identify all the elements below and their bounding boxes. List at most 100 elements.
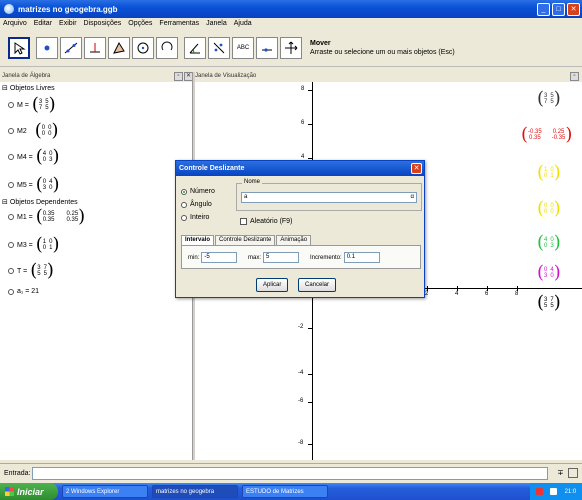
tab-animation[interactable]: Animação <box>276 235 312 245</box>
symbols-icon[interactable]: ∓ <box>557 468 564 477</box>
radio-integer[interactable]: Inteiro <box>181 214 209 221</box>
visibility-toggle-icon[interactable] <box>8 214 14 220</box>
random-checkbox[interactable] <box>240 218 247 225</box>
maximize-button[interactable]: □ <box>552 2 565 16</box>
graphics-matrix-m5[interactable]: ( 04 30 ) <box>537 264 561 282</box>
matrix-name: M2 <box>17 127 27 135</box>
random-checkbox-row[interactable]: Aleatório (F9) <box>240 218 292 225</box>
menu-options[interactable]: Opções <box>128 20 152 27</box>
visibility-toggle-icon[interactable] <box>8 268 14 274</box>
graphics-matrix-m1[interactable]: ( -0.35 0.25 0.35 -0.35 ) <box>521 126 572 144</box>
point-tool-icon <box>44 45 50 50</box>
matrix-row-m2[interactable]: M2 ( 00 00 ) <box>8 122 58 140</box>
cancel-button[interactable]: Cancelar <box>298 278 337 292</box>
scalar-row-a1[interactable]: a₁ = 21 <box>8 288 39 295</box>
graphics-matrix-m3[interactable]: ( 10 01 ) <box>537 164 561 182</box>
alpha-button[interactable]: α <box>411 193 414 202</box>
visibility-toggle-icon[interactable] <box>8 242 14 248</box>
circle-tool-icon <box>137 42 149 53</box>
matrix-cell: 7 <box>544 99 548 105</box>
matrix-row-m[interactable]: M = ( 35 75 ) <box>8 96 56 114</box>
algebra-panel-button[interactable]: ▫ <box>174 72 183 81</box>
perpendicular-tool-button[interactable] <box>84 36 106 59</box>
min-input[interactable]: -5 <box>201 252 238 263</box>
max-input[interactable]: 5 <box>263 252 300 263</box>
apply-button[interactable]: Aplicar <box>256 278 289 292</box>
graphics-matrix-m2[interactable]: ( 00 00 ) <box>537 200 561 218</box>
dialog-close-button[interactable]: ✕ <box>411 163 422 174</box>
menu-window[interactable]: Janela <box>206 20 227 27</box>
name-input[interactable]: a α <box>241 192 417 203</box>
radio-icon[interactable] <box>181 214 187 221</box>
collapse-icon: ⊟ <box>2 199 8 206</box>
menu-file[interactable]: Arquivo <box>3 20 27 27</box>
scalar-value: a₁ = 21 <box>17 288 40 295</box>
graphics-matrix-m[interactable]: ( 35 75 ) <box>537 90 561 108</box>
text-tool-icon: ABC <box>236 44 250 51</box>
dialog-titlebar[interactable]: Controle Deslizante ✕ <box>176 161 424 176</box>
visibility-toggle-icon[interactable] <box>8 102 14 108</box>
tab-slider[interactable]: Controle Deslizante <box>215 235 276 245</box>
circle-tool-button[interactable] <box>132 36 154 59</box>
y-tick <box>308 158 313 159</box>
taskbar: Iniciar 2 Windows Explorer matrizes no g… <box>0 483 582 500</box>
radio-icon[interactable] <box>181 201 187 208</box>
menu-edit[interactable]: Editar <box>34 20 52 27</box>
random-label: Aleatório (F9) <box>250 218 293 225</box>
matrix-row-m1[interactable]: M1 = ( 0.35 0.25 0.35 0.35 ) <box>8 208 85 226</box>
text-tool-button[interactable]: ABC <box>232 36 254 59</box>
menu-help[interactable]: Ajuda <box>234 20 252 27</box>
taskbar-item-document[interactable]: ESTUDO de Matrizes <box>242 485 328 498</box>
dependent-objects-folder[interactable]: ⊟ Objetos Dependentes <box>2 198 78 207</box>
angle-tool-button[interactable] <box>184 36 206 59</box>
matrix-row-m3[interactable]: M3 = ( 10 01 ) <box>8 236 60 254</box>
increment-input[interactable]: 0.1 <box>343 252 380 263</box>
graphics-matrix-t[interactable]: ( 37 55 ) <box>537 294 561 312</box>
matrix-value: ( 35 75 ) <box>31 94 56 115</box>
radio-number[interactable]: Número <box>181 188 215 195</box>
matrix-cell: 0 <box>41 131 46 137</box>
menu-tools[interactable]: Ferramentas <box>159 20 199 27</box>
start-button[interactable]: Iniciar <box>0 483 58 500</box>
move-graphics-tool-button[interactable] <box>280 36 302 59</box>
taskbar-item-explorer[interactable]: 2 Windows Explorer <box>62 485 148 498</box>
radio-label: Inteiro <box>190 214 210 221</box>
visibility-toggle-icon[interactable] <box>8 288 14 295</box>
free-objects-folder[interactable]: ⊟ Objetos Livres <box>2 84 55 93</box>
radio-angle[interactable]: Ângulo <box>181 201 212 208</box>
reflect-tool-button[interactable] <box>208 36 230 59</box>
visibility-toggle-icon[interactable] <box>8 128 14 134</box>
move-tool-button[interactable] <box>8 36 30 59</box>
tray-icon[interactable] <box>535 488 543 495</box>
clock: 21:0 <box>564 488 577 495</box>
interval-panel: min: -5 max: 5 Incremento: 0.1 <box>181 245 421 269</box>
point-tool-button[interactable] <box>36 36 58 59</box>
input-field[interactable] <box>32 467 548 480</box>
matrix-row-t[interactable]: T = ( 37 55 ) <box>8 262 54 280</box>
matrix-name: M1 = <box>17 213 33 221</box>
matrix-row-m5[interactable]: M5 = ( 04 30 ) <box>8 176 60 194</box>
close-window-button[interactable]: ✕ <box>567 2 580 16</box>
line-tool-button[interactable] <box>60 36 82 59</box>
input-help-button[interactable] <box>568 468 578 478</box>
minimize-button[interactable]: _ <box>537 2 550 16</box>
matrix-value: ( 10 01 ) <box>35 234 60 255</box>
menu-view[interactable]: Exibir <box>59 20 77 27</box>
menu-layout[interactable]: Disposições <box>84 20 122 27</box>
matrix-row-m4[interactable]: M4 = ( 40 03 ) <box>8 148 60 166</box>
matrix-name: M3 = <box>17 241 33 249</box>
taskbar-item-geogebra[interactable]: matrizes no geogebra <box>152 485 238 498</box>
tab-interval[interactable]: Intervalo <box>181 235 215 245</box>
tray-icon[interactable] <box>550 488 558 495</box>
move-graphics-tool-icon <box>285 41 298 54</box>
circle-arc-tool-button[interactable] <box>156 36 178 59</box>
slider-tool-button[interactable] <box>256 36 278 59</box>
graphics-matrix-m4[interactable]: ( 40 03 ) <box>537 234 561 252</box>
polygon-tool-button[interactable] <box>108 36 130 59</box>
radio-selected-icon[interactable] <box>181 188 187 195</box>
y-tick-label: -2 <box>298 324 304 330</box>
graphics-panel-button[interactable]: ▫ <box>570 72 579 81</box>
line-tool-icon <box>64 42 78 53</box>
visibility-toggle-icon[interactable] <box>8 154 14 160</box>
visibility-toggle-icon[interactable] <box>8 182 14 188</box>
